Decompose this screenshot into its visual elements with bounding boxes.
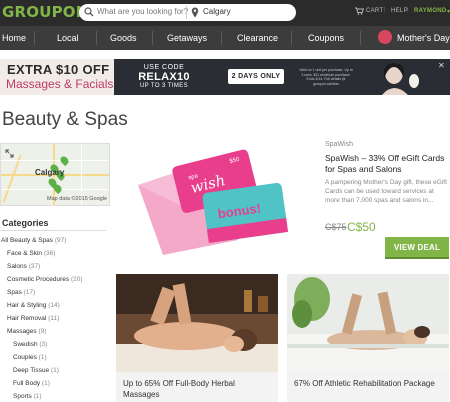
promo-banner[interactable]: EXTRA $10 OFF Massages & Facials USE COD… — [0, 59, 450, 95]
categories-divider — [0, 230, 106, 231]
nav-coupons[interactable]: Coupons — [308, 33, 344, 43]
top-bar: GROUPON What are you looking for? Calgar… — [0, 0, 450, 26]
category-sports[interactable]: Sports (1) — [13, 393, 42, 400]
deal-card[interactable]: Up to 65% Off Full-Body Herbal Massages — [116, 274, 278, 402]
promo-model-image — [362, 59, 432, 95]
promo-line-1: EXTRA $10 OFF — [7, 62, 110, 77]
deal-sale-price: C$50 — [347, 220, 376, 234]
deal-card-image — [287, 274, 449, 372]
deal-merchant: SpaWish — [325, 141, 354, 148]
promo-code-box: USE CODE RELAX10 UP TO 3 TIMES — [118, 62, 210, 92]
category-all-beauty-spas[interactable]: All Beauty & Spas (97) — [1, 237, 66, 244]
map-credit: Map data ©2015 Google — [47, 196, 108, 202]
expand-icon[interactable] — [5, 149, 14, 158]
search-icon — [84, 7, 94, 17]
location-pin-icon — [191, 7, 199, 18]
promo-line-2: Massages & Facials — [6, 77, 114, 91]
promo-headline: EXTRA $10 OFF Massages & Facials — [0, 59, 114, 95]
nav-divider — [96, 31, 97, 45]
map-road — [2, 155, 22, 203]
deal-title[interactable]: SpaWish – 33% Off eGift Cards for Spas a… — [325, 153, 447, 175]
promo-code: RELAX10 — [138, 71, 190, 83]
view-deal-button[interactable]: VIEW DEAL — [385, 237, 449, 259]
nav-goods[interactable]: Goods — [110, 33, 137, 43]
search-input[interactable]: What are you looking for? — [97, 7, 188, 16]
search-bar[interactable]: What are you looking for? Calgary — [79, 4, 296, 21]
map-marker[interactable] — [58, 154, 71, 167]
category-massages[interactable]: Massages (9) — [7, 328, 46, 335]
category-deep-tissue[interactable]: Deep Tissue (1) — [13, 367, 59, 374]
map-widget[interactable]: Calgary Map data ©2015 Google — [0, 143, 110, 206]
category-swedish[interactable]: Swedish (3) — [13, 341, 47, 348]
nav-home[interactable]: Home — [2, 33, 26, 43]
category-couples[interactable]: Couples (1) — [13, 354, 47, 361]
search-divider — [186, 6, 187, 19]
help-link[interactable]: HELP — [391, 8, 408, 14]
flower-icon — [378, 30, 392, 44]
featured-deal-image[interactable]: wish spa $50 bonus! — [118, 140, 308, 260]
promo-days-badge: 2 DAYS ONLY — [228, 69, 284, 84]
cart-icon[interactable] — [355, 7, 364, 15]
user-menu[interactable]: RAYMOND — [414, 8, 447, 14]
promo-code-label: USE CODE — [143, 64, 185, 71]
category-spas[interactable]: Spas (17) — [7, 289, 35, 296]
nav-divider — [34, 31, 35, 45]
deal-card-title[interactable]: Up to 65% Off Full-Body Herbal Massages — [123, 378, 273, 400]
nav-getaways[interactable]: Getaways — [167, 33, 207, 43]
deal-card-title[interactable]: 67% Off Athletic Rehabilitation Package — [294, 378, 444, 389]
map-city-label: Calgary — [35, 168, 65, 177]
nav-mothers-day[interactable]: Mother's Day — [397, 33, 450, 43]
nav-divider — [360, 31, 361, 45]
nav-local[interactable]: Local — [57, 33, 79, 43]
category-face-skin[interactable]: Face & Skin (36) — [7, 250, 55, 257]
close-icon[interactable]: ✕ — [438, 61, 445, 70]
cart-link[interactable]: CART — [366, 8, 383, 14]
top-sep: | — [407, 7, 409, 13]
deal-description: A pampering Mother's Day gift, these eGi… — [325, 179, 447, 204]
category-cosmetic-procedures[interactable]: Cosmetic Procedures (20) — [7, 276, 83, 283]
nav-clearance[interactable]: Clearance — [237, 33, 278, 43]
category-full-body[interactable]: Full Body (1) — [13, 380, 50, 387]
category-salons[interactable]: Salons (37) — [7, 263, 40, 270]
nav-divider — [221, 31, 222, 45]
promo-code-limit: UP TO 3 TIMES — [139, 83, 189, 89]
nav-divider — [291, 31, 292, 45]
category-hair-styling[interactable]: Hair & Styling (14) — [7, 302, 60, 309]
categories-heading: Categories — [2, 218, 49, 228]
page-title: Beauty & Spas — [2, 109, 128, 130]
promo-fine-print: Valid on 1 unit per purchase. Up to 3 us… — [299, 68, 353, 86]
location-input[interactable]: Calgary — [203, 7, 231, 16]
groupon-logo[interactable]: GROUPON — [2, 3, 89, 21]
deal-original-price: C$75 — [325, 222, 347, 232]
nav-divider — [152, 31, 153, 45]
deal-card[interactable]: 67% Off Athletic Rehabilitation Package — [287, 274, 449, 402]
category-hair-removal[interactable]: Hair Removal (11) — [7, 315, 59, 322]
deal-card-image — [116, 274, 278, 372]
top-sep: | — [384, 7, 386, 13]
map-road — [1, 160, 109, 161]
